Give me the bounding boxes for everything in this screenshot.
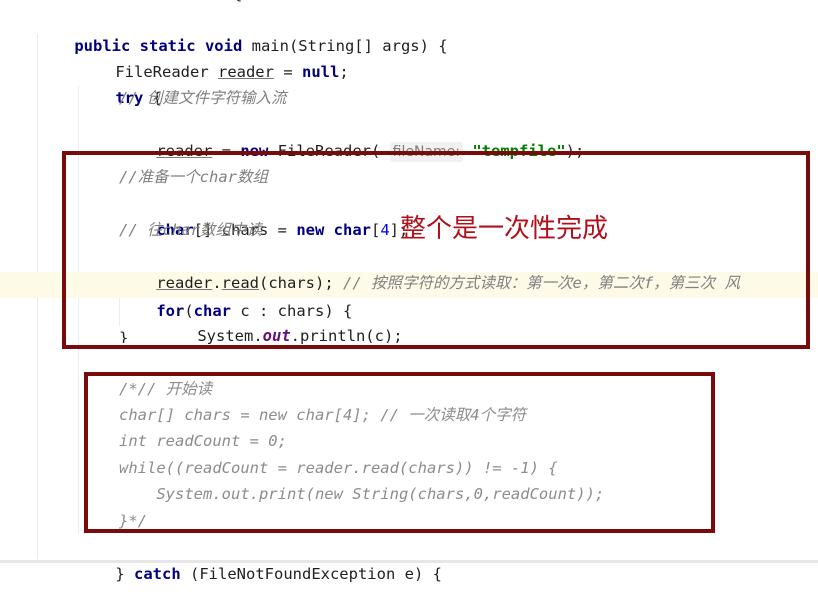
keyword: null (301, 63, 340, 81)
code-text: ; (339, 63, 349, 81)
variable: reader (217, 63, 274, 81)
code-line-reader-assign[interactable]: reader = new FileReader( fileName: "temp… (119, 112, 584, 162)
code-line-try[interactable]: try { (78, 59, 162, 107)
code-editor[interactable]: { public static void main(String[] args)… (0, 0, 818, 583)
annotation-box-read-once (62, 151, 810, 349)
code-comment-create-stream[interactable]: // 创建文件字符输入流 (119, 85, 287, 111)
code-line-catch[interactable]: } catch (FileNotFoundException e) { (78, 535, 442, 583)
code-line-reader-declaration[interactable]: FileReader reader = null; (78, 33, 348, 81)
code-line-main-signature[interactable]: public static void main(String[] args) { (37, 7, 447, 55)
code-text: (FileNotFoundException e) { (180, 565, 442, 583)
annotation-box-loop-read (84, 372, 715, 533)
annotation-text: 整个是一次性完成 (400, 214, 609, 244)
code-text: } (115, 565, 134, 583)
code-line-partial: { (233, 0, 242, 4)
code-text: = (273, 63, 302, 81)
keyword: catch (134, 565, 181, 583)
